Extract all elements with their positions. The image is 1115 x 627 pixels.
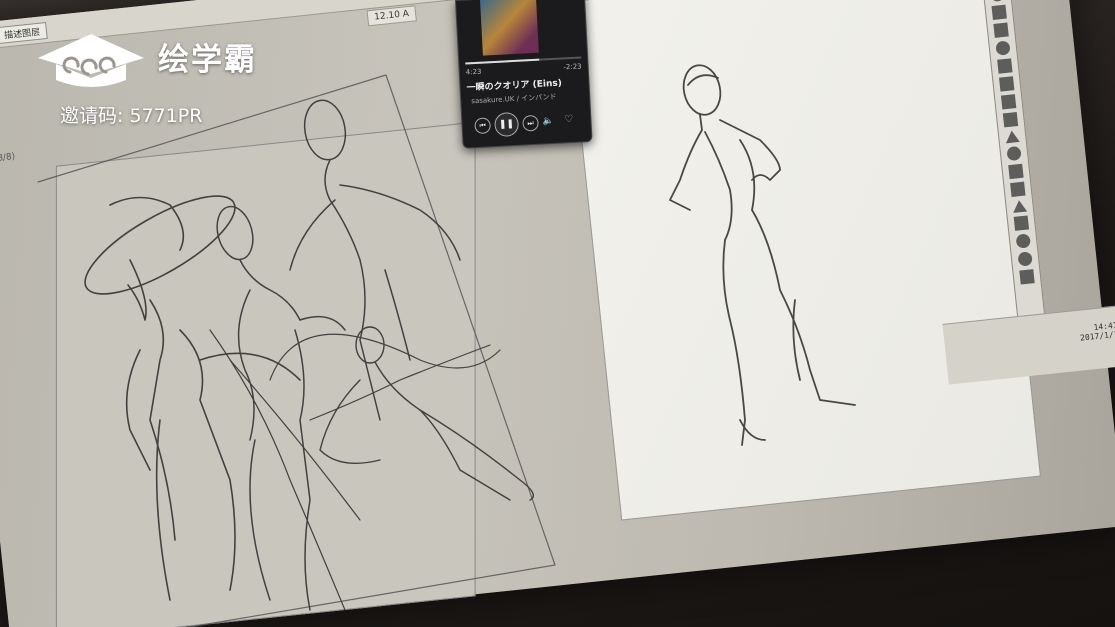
music-player: 4:23 -2:23 一瞬のクオリア (Eins) sasakure.UK / … [455, 0, 593, 149]
next-icon[interactable]: ⏭ [522, 114, 539, 132]
brand-watermark: 绘学霸 邀请码: 5771PR [0, 0, 320, 140]
elapsed-time: 4:23 [465, 67, 482, 77]
graduation-cap-cloud-logo-icon [38, 34, 144, 87]
standing-figure-sketch [669, 64, 856, 446]
progress-fill [465, 58, 540, 65]
remaining-time: -2:23 [563, 62, 582, 72]
middle-figure-sketch [216, 205, 346, 611]
previous-icon[interactable]: ⏮ [474, 117, 492, 135]
pause-icon[interactable]: ❚❚ [493, 111, 520, 138]
left-canvas-border [37, 74, 556, 627]
crouching-figure-sketch [319, 326, 534, 501]
invite-code: 邀请码: 5771PR [60, 105, 203, 127]
album-art [480, 0, 539, 56]
heart-icon[interactable]: ♡ [564, 114, 574, 125]
brand-name: 绘学霸 [158, 42, 257, 78]
player-controls: ⏮ ❚❚ ⏭ 🔈 ♡ [470, 107, 583, 139]
track-artist: sasakure.UK / インパンド [471, 92, 557, 106]
hat-girl-sketch [84, 195, 301, 601]
photo-stage: 描述图层 12.10 A 8(8/8) 14:41 2017/1/1 4:23 … [0, 0, 1115, 627]
gesture-lines-sketch [209, 329, 501, 611]
top-figure-sketch [289, 99, 461, 421]
volume-icon[interactable]: 🔈 [542, 116, 554, 127]
track-title: 一瞬のクオリア (Eins) [466, 78, 563, 94]
